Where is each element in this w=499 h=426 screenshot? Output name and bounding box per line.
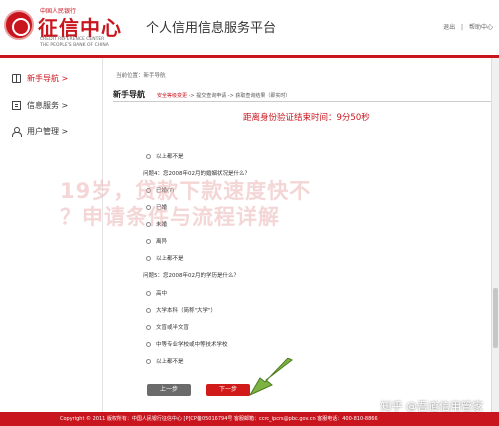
sidebar-item-label: 新手导航 >: [27, 74, 69, 83]
radio-button[interactable]: [146, 307, 151, 313]
question-4: 问题4：您2008年02月的婚姻状况是什么？: [143, 171, 250, 177]
watermark: 知乎 @吾道信用管家: [380, 400, 484, 413]
site-title: 个人信用信息服务平台: [146, 21, 277, 36]
q5-option-4[interactable]: 中等专业学校或中等技术学校: [146, 340, 228, 348]
link-separator: |: [461, 24, 464, 31]
section-title: 新手导航: [113, 90, 145, 99]
radio-button[interactable]: [146, 238, 151, 244]
q4-option-5[interactable]: 以上都不是: [146, 254, 184, 262]
book-icon: [12, 74, 21, 83]
sidebar-item-label: 用户管理 >: [27, 127, 69, 136]
document-icon: [12, 101, 21, 110]
q4-option-4[interactable]: 离异: [146, 237, 167, 245]
option-label: 中等专业学校或中等技术学校: [156, 342, 228, 348]
pointer-arrow-icon: [248, 358, 293, 397]
overlay-line-1: 19岁，贷款下款速度快不: [60, 179, 312, 203]
q5-option-2[interactable]: 大学本科（简称"大学"）: [146, 306, 216, 314]
q3-option-none[interactable]: 以上都不是: [146, 152, 184, 160]
radio-button[interactable]: [146, 341, 151, 347]
header: 中国人民银行 征信中心 CREDIT REFERENCE CENTER THE …: [0, 0, 499, 58]
option-label: 大学本科（简称"大学"）: [156, 308, 217, 314]
radio-button[interactable]: [146, 290, 151, 296]
radio-button[interactable]: [146, 324, 151, 330]
radio-button[interactable]: [146, 358, 151, 364]
q5-option-1[interactable]: 高中: [146, 289, 167, 297]
top-links: 退出 | 帮助中心: [439, 22, 493, 31]
user-icon: [12, 127, 22, 137]
option-label: 文盲或半文盲: [156, 325, 190, 331]
progress-steps: 安全等级变更 -> 提交查询申请 -> 获取查询结果（即实时）: [157, 92, 290, 99]
sidebar-item-label: 信息服务 >: [27, 101, 69, 110]
scrollbar-thumb[interactable]: [493, 288, 498, 348]
sidebar: 新手导航 > 信息服务 > 用户管理 >: [0, 58, 103, 412]
help-center-link[interactable]: 帮助中心: [469, 24, 493, 31]
logo-seal-icon: [4, 10, 34, 40]
logo[interactable]: 中国人民银行 征信中心 CREDIT REFERENCE CENTER THE …: [4, 6, 144, 50]
overlay-article-title: 19岁，贷款下款速度快不 ？申请条件与流程详解: [60, 178, 460, 230]
logo-en-line2: THE PEOPLE'S BANK OF CHINA: [40, 43, 109, 48]
radio-button[interactable]: [146, 153, 151, 159]
question-5: 问题5：您2008年02月的学历是什么？: [143, 273, 239, 279]
q5-option-5[interactable]: 以上都不是: [146, 357, 184, 365]
section-header: 新手导航 安全等级变更 -> 提交查询申请 -> 获取查询结果（即实时）: [113, 88, 491, 102]
prev-step-button[interactable]: 上一步: [147, 384, 191, 396]
footer: Copyright © 2011 版权所有：中国人民银行征信中心 [P]CP备0…: [0, 412, 499, 426]
vertical-scrollbar[interactable]: [491, 58, 499, 412]
option-label: 高中: [156, 291, 168, 297]
radio-button[interactable]: [146, 255, 151, 261]
main-content: 当前位置：新手导航 新手导航 安全等级变更 -> 提交查询申请 -> 获取查询结…: [103, 58, 499, 412]
option-label: 以上都不是: [156, 256, 184, 262]
footer-text: Copyright © 2011 版权所有：中国人民银行征信中心 [P]CP备0…: [60, 416, 378, 422]
overlay-line-2: ？申请条件与流程详解: [60, 205, 280, 229]
option-label: 以上都不是: [156, 359, 184, 365]
countdown-timer: 距离身份验证结束时间：9分50秒: [243, 113, 370, 123]
sidebar-item-user-management[interactable]: 用户管理 >: [12, 126, 68, 137]
next-step-button[interactable]: 下一步: [206, 384, 250, 396]
current-step: 安全等级变更: [157, 93, 188, 99]
logo-en-line1: CREDIT REFERENCE CENTER: [40, 37, 105, 42]
option-label: 离异: [156, 239, 168, 245]
breadcrumb: 当前位置：新手导航: [116, 73, 166, 79]
remaining-steps: -> 提交查询申请 -> 获取查询结果（即实时）: [187, 93, 291, 99]
q5-option-3[interactable]: 文盲或半文盲: [146, 323, 189, 331]
sidebar-item-info-service[interactable]: 信息服务 >: [12, 100, 68, 111]
option-label: 以上都不是: [156, 154, 184, 160]
logout-link[interactable]: 退出: [443, 24, 455, 31]
sidebar-item-newbie-guide[interactable]: 新手导航 >: [12, 73, 68, 84]
